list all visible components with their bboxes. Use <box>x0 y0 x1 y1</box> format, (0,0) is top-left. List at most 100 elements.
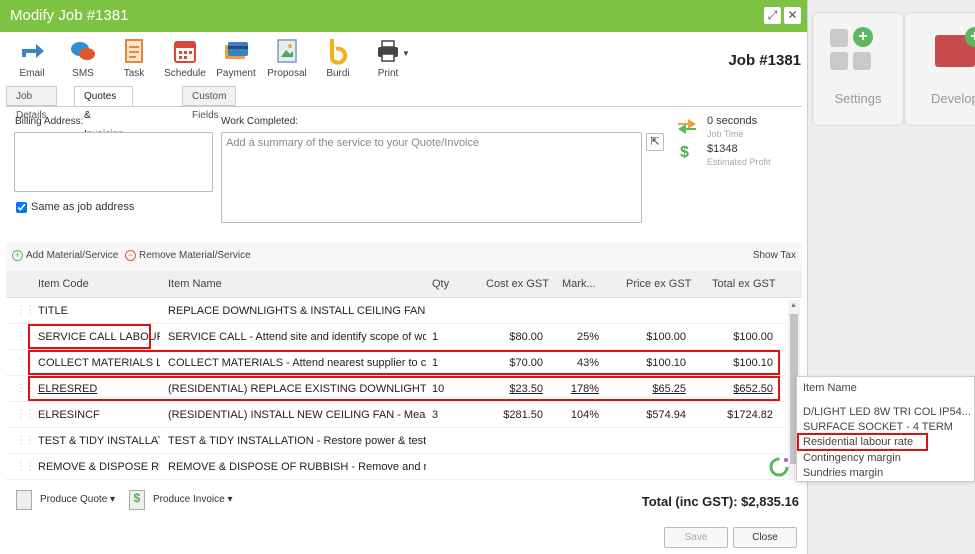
same-address-label: Same as job address <box>31 201 135 213</box>
tab-divider <box>6 106 802 107</box>
highlight-box <box>797 433 928 451</box>
cell-price: $574.94 <box>646 409 686 421</box>
cell-price: $100.00 <box>646 331 686 343</box>
table-row[interactable]: ⋮⋮ TITLE REPLACE DOWNLIGHTS & INSTALL CEIL… <box>6 298 786 324</box>
tile-icon <box>853 52 871 70</box>
dialog-title: Modify Job #1381 <box>10 7 129 24</box>
invoice-doc-icon: $ <box>129 490 145 510</box>
cell-name: TEST & TIDY INSTALLATION - Restore power… <box>168 435 426 447</box>
close-button[interactable]: Close <box>733 527 797 548</box>
burdi-label: Burdi <box>326 68 350 79</box>
col-total[interactable]: Total ex GST <box>712 278 776 290</box>
quote-doc-icon <box>16 490 32 510</box>
highlight-box <box>28 376 780 401</box>
same-address-checkbox[interactable] <box>16 202 27 213</box>
email-icon <box>22 44 44 58</box>
expand-icon[interactable]: ⤢ <box>764 7 781 24</box>
cell-qty: 1 <box>432 331 439 343</box>
proposal-button[interactable]: Proposal <box>263 37 311 79</box>
cell-name: REMOVE & DISPOSE OF RUBBISH - Remove and… <box>168 461 426 473</box>
col-item-code[interactable]: Item Code <box>38 278 89 290</box>
settings-label: Settings <box>834 91 882 106</box>
suggestion-item[interactable]: Contingency margin <box>803 452 901 464</box>
add-material-button[interactable]: Add Material/Service <box>26 250 118 261</box>
suggestion-item[interactable]: SURFACE SOCKET - 4 TERM <box>803 421 953 433</box>
suggestion-item[interactable]: D/LIGHT LED 8W TRI COL IP54... <box>803 406 971 418</box>
schedule-icon <box>174 41 196 63</box>
schedule-label: Schedule <box>164 68 206 79</box>
table-row[interactable]: ⋮⋮ ELRESINCF (RESIDENTIAL) INSTALL NEW CEI… <box>6 402 786 428</box>
tab-custom-fields[interactable]: Custom Fields <box>182 86 237 121</box>
col-markup[interactable]: Mark... <box>562 278 596 290</box>
modify-job-dialog: Modify Job #1381 ⤢ ✕ Email SMS Task Sche… <box>0 0 808 554</box>
table-row[interactable]: ⋮⋮TEST & TIDY INSTALLATI... TEST & TIDY I… <box>6 428 786 454</box>
payment-label: Payment <box>216 68 256 79</box>
drag-handle-icon[interactable]: ⋮⋮ <box>16 435 35 446</box>
burdi-button[interactable]: Burdi <box>314 37 362 79</box>
job-time-label: Job Time <box>707 129 744 139</box>
cell-name: SERVICE CALL - Attend site and identify … <box>168 331 426 343</box>
cell-markup: 25% <box>576 331 599 343</box>
billing-address-input[interactable] <box>14 132 213 192</box>
develop-card[interactable]: + Develop <box>904 12 975 126</box>
drag-handle-icon[interactable]: ⋮⋮ <box>16 461 35 472</box>
drag-handle-icon[interactable]: ⋮⋮ <box>16 305 35 316</box>
sms-icon <box>71 42 95 60</box>
popup-header: Item Name <box>803 382 857 394</box>
save-button[interactable]: Save <box>664 527 728 548</box>
profit-label: Estimated Profit <box>707 157 771 167</box>
grand-total: Total (inc GST): $2,835.16 <box>641 494 799 509</box>
schedule-button[interactable]: Schedule <box>161 37 209 79</box>
produce-quote-label: Produce Quote <box>40 494 108 505</box>
show-tax-toggle[interactable]: Show Tax <box>753 250 796 261</box>
remove-icon: − <box>125 250 136 261</box>
develop-label: Develop <box>931 91 975 106</box>
table-row[interactable]: ⋮⋮REMOVE & DISPOSE RU... REMOVE & DISPOSE… <box>6 454 786 480</box>
cell-code: TITLE <box>38 305 68 317</box>
produce-invoice-button[interactable]: Produce Invoice ▾ <box>153 494 233 505</box>
email-button[interactable]: Email <box>8 37 56 79</box>
plus-icon: + <box>853 27 873 47</box>
produce-quote-button[interactable]: Produce Quote ▾ <box>40 494 115 505</box>
cell-markup: 104% <box>570 409 599 421</box>
swap-arrows-icon <box>678 119 696 134</box>
sms-button[interactable]: SMS <box>59 37 107 79</box>
close-icon[interactable]: ✕ <box>784 7 801 24</box>
cell-code: ELRESINCF <box>38 409 100 421</box>
add-icon: + <box>12 250 23 261</box>
payment-icon <box>225 42 248 59</box>
proposal-icon <box>277 39 297 63</box>
col-qty[interactable]: Qty <box>432 278 449 290</box>
dollar-icon: $ <box>680 144 689 161</box>
col-item-name[interactable]: Item Name <box>168 278 222 290</box>
task-button[interactable]: Task <box>110 37 158 79</box>
cell-total: $1724.82 <box>727 409 773 421</box>
popout-icon[interactable]: ⇱ <box>646 133 664 151</box>
work-completed-placeholder: Add a summary of the service to your Quo… <box>226 137 480 149</box>
drag-handle-icon[interactable]: ⋮⋮ <box>16 409 35 420</box>
toolbar: Email SMS Task Schedule Payment Proposal… <box>0 32 807 84</box>
col-price[interactable]: Price ex GST <box>626 278 691 290</box>
highlight-box <box>28 350 780 375</box>
cell-qty: 3 <box>432 409 439 421</box>
tab-quotes-invoicing[interactable]: Quotes & Invoicing <box>74 86 134 140</box>
highlight-box <box>28 324 151 349</box>
suggestion-item[interactable]: Sundries margin <box>803 467 883 479</box>
task-label: Task <box>123 68 145 79</box>
item-name-suggestions: Item Name D/LIGHT LED 8W TRI COL IP54...… <box>796 376 975 482</box>
tab-job-details[interactable]: Job Details <box>6 86 57 121</box>
scroll-up-icon[interactable]: ▲ <box>790 302 797 309</box>
print-icon <box>378 40 398 62</box>
payment-button[interactable]: Payment <box>212 37 260 79</box>
cell-name: (RESIDENTIAL) INSTALL NEW CEILING FAN - … <box>168 409 426 421</box>
print-button[interactable]: Print ▼ <box>364 37 412 79</box>
job-time-value: 0 seconds <box>707 115 758 127</box>
work-completed-label: Work Completed: <box>221 116 299 127</box>
proposal-label: Proposal <box>267 68 307 79</box>
work-completed-input[interactable]: Add a summary of the service to your Quo… <box>221 132 642 223</box>
settings-card[interactable]: + Settings <box>812 12 904 126</box>
chevron-down-icon[interactable]: ▼ <box>402 49 410 58</box>
col-cost[interactable]: Cost ex GST <box>486 278 549 290</box>
dialog-titlebar: Modify Job #1381 ⤢ ✕ <box>0 0 807 32</box>
remove-material-button[interactable]: Remove Material/Service <box>139 250 251 261</box>
